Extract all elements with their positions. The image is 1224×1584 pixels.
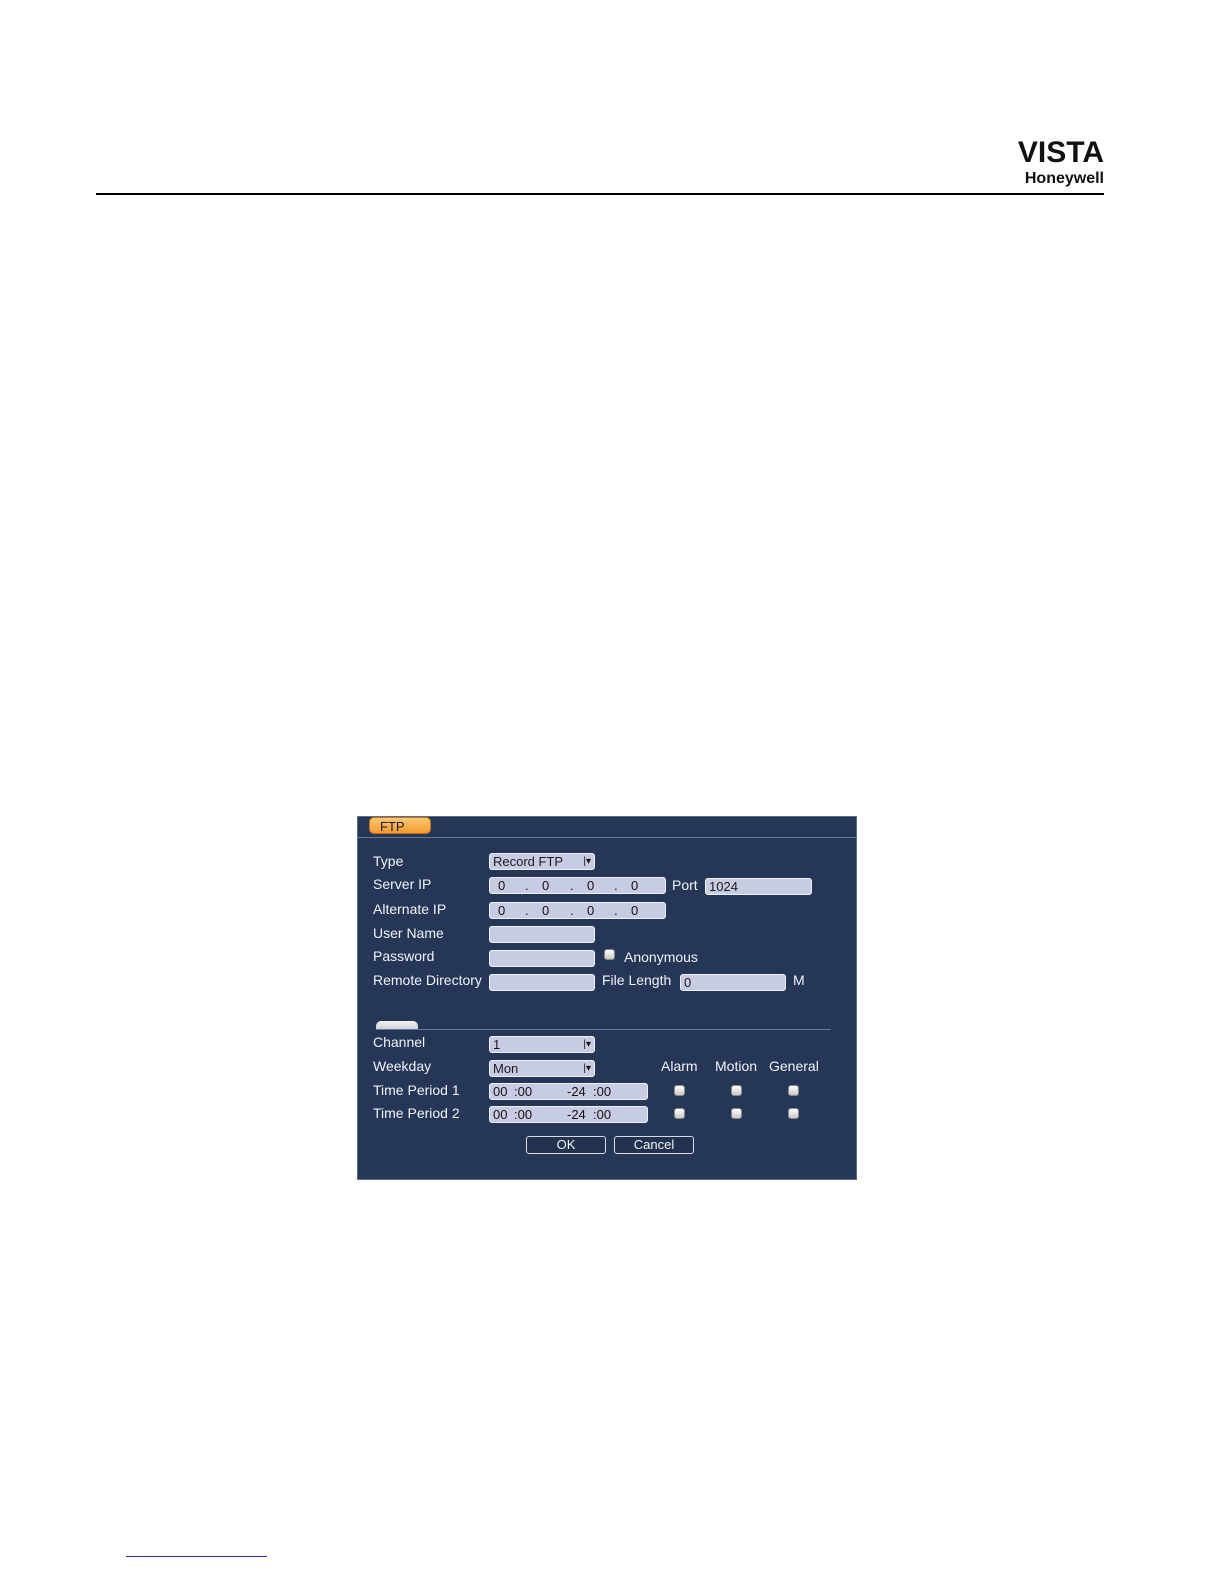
ip-dot: .	[570, 878, 574, 893]
time-period-1-label: Time Period 1	[373, 1082, 460, 1098]
server-ip-octet-2: 0	[542, 878, 550, 893]
password-label: Password	[373, 948, 435, 964]
weekday-value: Mon	[493, 1061, 519, 1076]
tp1-general-checkbox[interactable]	[788, 1085, 799, 1096]
chevron-down-icon: |▾	[583, 856, 591, 867]
brand-name: VISTA	[1017, 136, 1104, 169]
ip-dot: .	[614, 903, 618, 918]
port-input[interactable]: 1024	[705, 878, 812, 895]
tp1-end-hour: -24	[567, 1084, 586, 1099]
file-length-label: File Length	[602, 972, 672, 988]
tp2-start-minute: :00	[514, 1107, 533, 1122]
type-value: Record FTP	[493, 854, 564, 869]
tp2-start-hour: 00	[493, 1107, 508, 1122]
server-ip-octet-3: 0	[587, 878, 595, 893]
tab-ftp[interactable]: FTP	[369, 817, 431, 834]
weekday-select[interactable]: Mon |▾	[489, 1060, 595, 1077]
remote-directory-input[interactable]	[489, 974, 595, 991]
server-ip-field[interactable]: 0 . 0 . 0 . 0	[489, 877, 666, 894]
weekday-label: Weekday	[373, 1058, 432, 1074]
chevron-down-icon: |▾	[583, 1063, 591, 1074]
file-length-input[interactable]: 0	[680, 974, 786, 991]
time-period-2-input[interactable]: 00 :00 -24 :00	[489, 1106, 648, 1123]
time-period-1-input[interactable]: 00 :00 -24 :00	[489, 1083, 648, 1100]
server-ip-label: Server IP	[373, 876, 432, 892]
channel-select[interactable]: 1 |▾	[489, 1036, 595, 1053]
tp2-general-checkbox[interactable]	[788, 1108, 799, 1119]
schedule-section-tab	[376, 1021, 418, 1029]
alternate-ip-octet-4: 0	[631, 903, 639, 918]
vista-honeywell-logo: VISTA Honeywell	[1000, 138, 1104, 188]
tp2-end-hour: -24	[567, 1107, 586, 1122]
type-select[interactable]: Record FTP |▾	[489, 853, 595, 870]
tp1-end-minute: :00	[593, 1084, 612, 1099]
port-label: Port	[672, 877, 698, 893]
anonymous-checkbox[interactable]	[604, 949, 615, 960]
user-name-label: User Name	[373, 925, 444, 941]
ip-dot: .	[570, 903, 574, 918]
ok-button[interactable]: OK	[526, 1136, 606, 1154]
footer-link-underline	[126, 1556, 267, 1557]
alarm-column-label: Alarm	[661, 1058, 698, 1074]
file-length-unit: M	[793, 972, 805, 988]
section-divider	[376, 1029, 831, 1030]
user-name-input[interactable]	[489, 926, 595, 943]
type-label: Type	[373, 853, 404, 869]
alternate-ip-label: Alternate IP	[373, 901, 447, 917]
ip-dot: .	[525, 903, 529, 918]
tp1-start-hour: 00	[493, 1084, 508, 1099]
tp1-start-minute: :00	[514, 1084, 533, 1099]
ftp-settings-dialog: FTP Type Record FTP |▾ Server IP 0 . 0 .…	[357, 816, 857, 1180]
ip-dot: .	[614, 878, 618, 893]
channel-label: Channel	[373, 1034, 426, 1050]
header-rule	[96, 193, 1104, 195]
time-period-2-label: Time Period 2	[373, 1105, 460, 1121]
alternate-ip-octet-3: 0	[587, 903, 595, 918]
tp1-motion-checkbox[interactable]	[731, 1085, 742, 1096]
channel-value: 1	[493, 1037, 501, 1052]
server-ip-octet-1: 0	[498, 878, 506, 893]
anonymous-label: Anonymous	[624, 949, 698, 965]
ip-dot: .	[525, 878, 529, 893]
password-input[interactable]	[489, 950, 595, 967]
server-ip-octet-4: 0	[631, 878, 639, 893]
motion-column-label: Motion	[715, 1058, 758, 1074]
sub-brand-name: Honeywell	[1024, 170, 1104, 187]
alternate-ip-octet-2: 0	[542, 903, 550, 918]
remote-directory-label: Remote Directory	[373, 972, 482, 988]
tp2-end-minute: :00	[593, 1107, 612, 1122]
cancel-button[interactable]: Cancel	[614, 1136, 694, 1154]
general-column-label: General	[769, 1058, 819, 1074]
tp2-motion-checkbox[interactable]	[731, 1108, 742, 1119]
alternate-ip-field[interactable]: 0 . 0 . 0 . 0	[489, 902, 666, 919]
tp1-alarm-checkbox[interactable]	[674, 1085, 685, 1096]
alternate-ip-octet-1: 0	[498, 903, 506, 918]
dialog-tab-bar	[358, 817, 856, 838]
tp2-alarm-checkbox[interactable]	[674, 1108, 685, 1119]
chevron-down-icon: |▾	[583, 1039, 591, 1050]
